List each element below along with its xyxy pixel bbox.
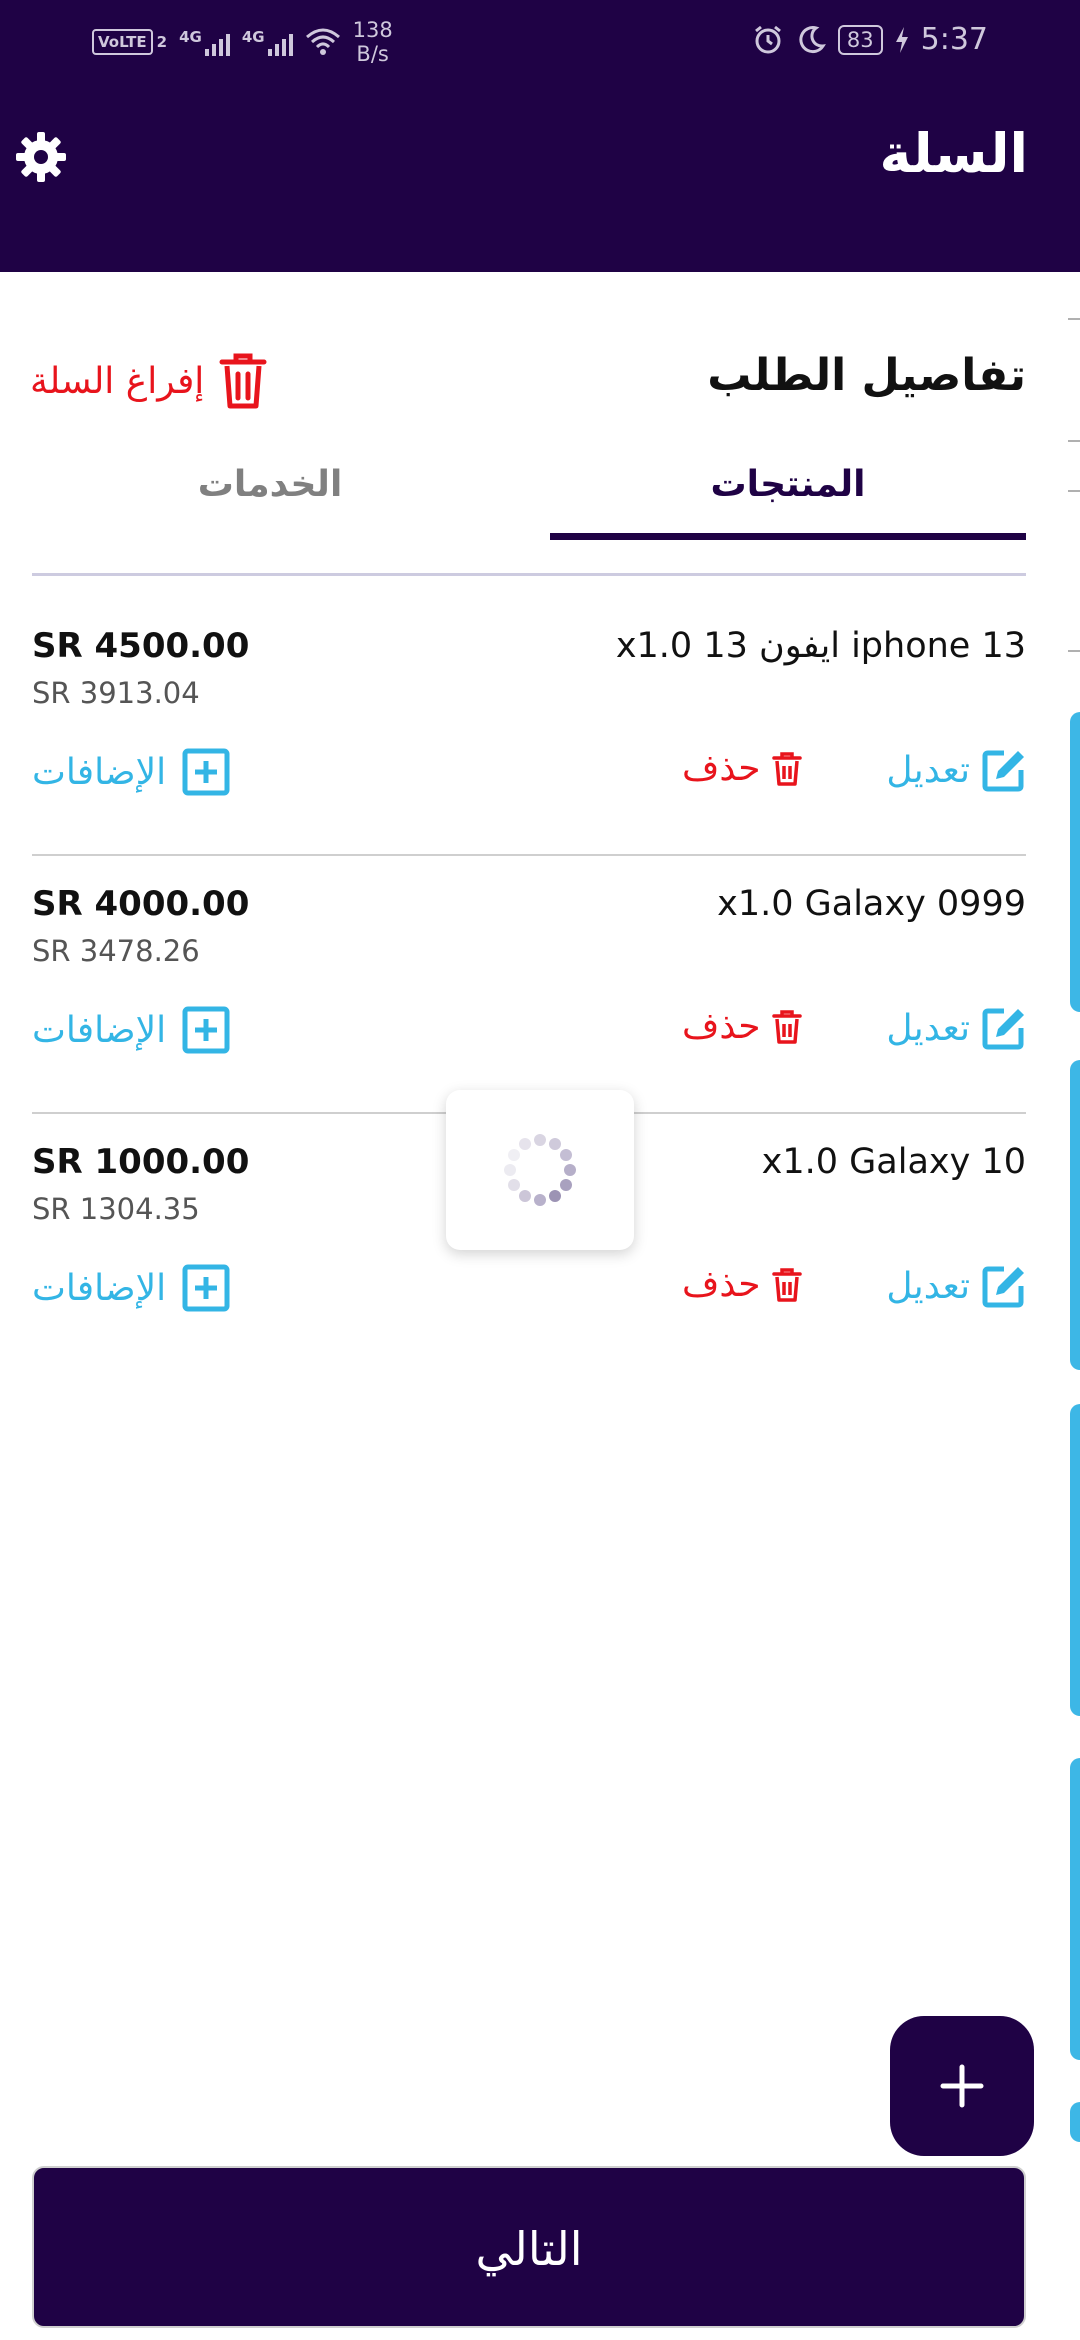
plus-icon — [940, 2064, 984, 2108]
alarm-icon — [754, 25, 781, 53]
trash-icon — [772, 1009, 803, 1044]
edit-label: تعديل — [886, 1265, 970, 1307]
delete-label: حذف — [682, 748, 761, 789]
edit-button[interactable]: تعديل — [886, 1006, 1026, 1050]
tab-products[interactable]: المنتجات — [550, 464, 1026, 540]
edit-icon — [982, 750, 1024, 792]
addons-label: الإضافات — [32, 1267, 167, 1309]
spinner-icon — [504, 1134, 576, 1206]
item-sub-price: SR 3478.26 — [32, 934, 200, 968]
item-name: x1.0 Galaxy 0999 — [717, 884, 1026, 924]
loading-indicator — [446, 1090, 634, 1250]
item-sub-price: SR 3913.04 — [32, 676, 200, 710]
edit-icon — [982, 1008, 1024, 1050]
empty-cart-button[interactable]: إفراغ السلة — [30, 352, 268, 410]
order-details-title: تفاصيل الطلب — [707, 350, 1026, 401]
edge-line — [1068, 650, 1080, 652]
addons-button[interactable]: الإضافات — [32, 1006, 230, 1054]
tab-services[interactable]: الخدمات — [32, 464, 508, 540]
edge-line — [1068, 490, 1080, 492]
edge-tab — [1070, 1404, 1080, 1716]
item-price: SR 4000.00 — [32, 884, 250, 924]
addons-label: الإضافات — [32, 751, 167, 793]
trash-icon — [219, 353, 267, 409]
plus-square-icon — [182, 748, 230, 796]
status-time: 5:37 — [920, 22, 988, 57]
volte-indicator: VoLTE — [92, 29, 153, 55]
signal-icon: 4G — [179, 28, 230, 56]
plus-square-icon — [182, 1264, 230, 1312]
edit-label: تعديل — [886, 1007, 970, 1049]
edit-button[interactable]: تعديل — [886, 748, 1026, 792]
charging-icon — [895, 26, 908, 53]
addons-label: الإضافات — [32, 1009, 167, 1051]
app-bar: VoLTE 2 4G 4G 138 B/s 83 5:37 السلة — [0, 0, 1080, 272]
status-left: VoLTE 2 4G 4G 138 B/s — [92, 18, 393, 66]
addons-button[interactable]: الإضافات — [32, 1264, 230, 1312]
edge-tab — [1070, 2102, 1080, 2142]
edit-label: تعديل — [886, 749, 970, 791]
page-title: السلة — [879, 122, 1028, 185]
item-name: x1.0 ايفون 13 iphone 13 — [615, 626, 1026, 666]
next-button[interactable]: التالي — [32, 2166, 1026, 2328]
status-right: 83 5:37 — [752, 22, 988, 57]
sim-index: 2 — [156, 33, 168, 51]
edge-tab — [1070, 1060, 1080, 1370]
edit-icon — [982, 1266, 1024, 1308]
plus-square-icon — [182, 1006, 230, 1054]
addons-button[interactable]: الإضافات — [32, 748, 230, 796]
item-name: x1.0 Galaxy 10 — [761, 1142, 1026, 1182]
edge-tab — [1070, 712, 1080, 1012]
network-speed: 138 B/s — [352, 18, 393, 66]
battery-indicator: 83 — [837, 24, 883, 55]
delete-button[interactable]: حذف — [682, 1006, 803, 1047]
delete-label: حذف — [682, 1006, 761, 1047]
item-price: SR 4500.00 — [32, 626, 250, 666]
delete-button[interactable]: حذف — [682, 748, 803, 789]
trash-icon — [772, 1267, 803, 1302]
empty-cart-label: إفراغ السلة — [30, 360, 205, 402]
edit-button[interactable]: تعديل — [886, 1264, 1026, 1308]
list-item: x1.0 Galaxy 0999 SR 4000.00 SR 3478.26 ا… — [32, 856, 1026, 1114]
item-sub-price: SR 1304.35 — [32, 1192, 200, 1226]
status-bar: VoLTE 2 4G 4G 138 B/s 83 5:37 — [0, 0, 1080, 86]
edge-line — [1068, 440, 1080, 442]
add-fab-button[interactable] — [890, 2016, 1034, 2156]
tab-bar: المنتجات الخدمات — [32, 450, 1026, 576]
signal-icon-2: 4G — [242, 28, 293, 56]
delete-button[interactable]: حذف — [682, 1264, 803, 1305]
delete-label: حذف — [682, 1264, 761, 1305]
gear-icon — [16, 132, 66, 182]
wifi-icon — [305, 28, 340, 55]
item-price: SR 1000.00 — [32, 1142, 250, 1182]
edge-line — [1068, 318, 1080, 320]
trash-icon — [772, 751, 803, 786]
settings-button[interactable] — [14, 130, 68, 184]
moon-icon — [799, 25, 826, 53]
list-item: x1.0 ايفون 13 iphone 13 SR 4500.00 SR 39… — [32, 598, 1026, 856]
cart-screen: VoLTE 2 4G 4G 138 B/s 83 5:37 السلة تفاص… — [0, 0, 1080, 2340]
edge-tab — [1070, 1758, 1080, 2060]
